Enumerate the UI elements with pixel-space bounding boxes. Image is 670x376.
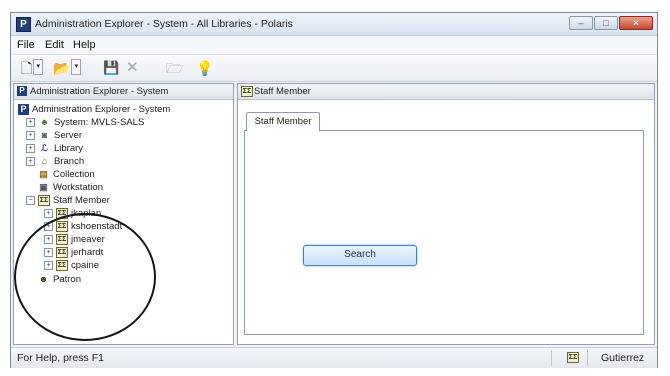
- server-icon: ◙: [41, 129, 48, 140]
- menu-file[interactable]: File: [17, 39, 35, 51]
- new-document-icon[interactable]: 🗋 ▾: [21, 59, 44, 77]
- tree-label: Server: [54, 130, 82, 141]
- workstation-icon: ▣: [39, 181, 48, 192]
- branch-building-icon: ⌂: [41, 155, 48, 166]
- status-divider: [587, 350, 588, 366]
- collection-books-icon: ▤: [39, 168, 48, 179]
- tree-pane-header: P Administration Explorer - System: [14, 84, 233, 100]
- expand-icon[interactable]: +: [26, 117, 35, 127]
- toolbar: 🗋 ▾ 📂 ▾ 💾 ✕ 🗁 💡: [11, 55, 657, 82]
- window-controls: – □ ✕: [568, 16, 653, 31]
- polaris-app-icon: P: [16, 17, 31, 32]
- delete-x-icon[interactable]: ✕: [126, 59, 139, 77]
- system-network-icon: ♣: [41, 116, 48, 127]
- expand-icon[interactable]: +: [26, 143, 35, 153]
- tree-label: Branch: [54, 156, 85, 167]
- help-bulb-icon[interactable]: 💡: [196, 59, 213, 77]
- tree-label: System: MVLS-SALS: [54, 117, 145, 128]
- properties-icon[interactable]: 🗁: [166, 59, 183, 77]
- window-title: Administration Explorer - System - All L…: [35, 18, 293, 30]
- open-dropdown-icon[interactable]: ▾: [71, 59, 82, 75]
- status-bar: For Help, press F1 ΣΣ Gutierrez: [11, 347, 657, 368]
- minimize-button[interactable]: –: [569, 16, 593, 30]
- polaris-icon: P: [18, 103, 29, 115]
- tree-node-library[interactable]: + ℒ Library: [26, 142, 83, 155]
- open-folder-icon[interactable]: 📂 ▾: [53, 59, 82, 77]
- tab-content: Search: [244, 130, 644, 335]
- close-button[interactable]: ✕: [619, 16, 653, 30]
- tree-node-branch[interactable]: + ⌂ Branch: [26, 155, 84, 168]
- new-dropdown-icon[interactable]: ▾: [33, 59, 44, 75]
- expand-icon[interactable]: +: [26, 156, 35, 166]
- tree-label: Collection: [53, 169, 95, 180]
- staff-member-icon: ΣΣ: [38, 194, 50, 206]
- tree-pane-title: Administration Explorer - System: [30, 86, 169, 97]
- tree-node-root[interactable]: P Administration Explorer - System: [18, 103, 170, 116]
- staff-member-icon: ΣΣ: [241, 86, 253, 97]
- search-button[interactable]: Search: [303, 245, 417, 266]
- tree-label: Staff Member: [53, 195, 110, 206]
- status-divider: [551, 350, 552, 366]
- tree-label: Workstation: [53, 182, 103, 193]
- hand-drawn-circle-annotation: [14, 213, 156, 341]
- details-pane-header: ΣΣ Staff Member: [238, 84, 654, 100]
- menu-help[interactable]: Help: [73, 39, 96, 51]
- save-disk-icon[interactable]: 💾: [103, 59, 119, 77]
- collapse-icon[interactable]: −: [26, 195, 35, 205]
- tree-node-workstation[interactable]: ▣ Workstation: [37, 181, 103, 194]
- tree-label: Library: [54, 143, 84, 154]
- maximize-button[interactable]: □: [594, 16, 618, 30]
- tree-node-staff-member[interactable]: − ΣΣ Staff Member: [26, 194, 110, 207]
- library-icon: ℒ: [41, 142, 48, 153]
- staff-user-icon: ΣΣ: [567, 352, 579, 363]
- tab-staff-member[interactable]: Staff Member: [246, 112, 320, 131]
- tree-node-server[interactable]: + ◙ Server: [26, 129, 82, 142]
- menu-edit[interactable]: Edit: [45, 39, 64, 51]
- details-pane: ΣΣ Staff Member Staff Member Search: [237, 83, 655, 345]
- tree-node-collection[interactable]: ▤ Collection: [37, 168, 95, 181]
- status-help-text: For Help, press F1: [17, 352, 104, 364]
- polaris-icon: P: [17, 86, 27, 96]
- status-username: Gutierrez: [601, 352, 645, 364]
- details-pane-title: Staff Member: [254, 86, 311, 97]
- title-bar[interactable]: P Administration Explorer - System - All…: [11, 13, 657, 36]
- tree-label: Administration Explorer - System: [32, 104, 171, 115]
- expand-icon[interactable]: +: [26, 130, 35, 140]
- tree-node-system[interactable]: + ♣ System: MVLS-SALS: [26, 116, 144, 129]
- expand-icon[interactable]: +: [44, 208, 53, 218]
- menu-bar: File Edit Help: [11, 36, 657, 55]
